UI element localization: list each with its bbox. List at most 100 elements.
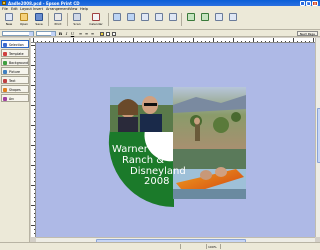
open-button[interactable]: Open [17, 12, 31, 27]
ruler-tick [181, 40, 182, 42]
calendar-button[interactable]: Calendar [86, 12, 106, 27]
ruler-tick [217, 40, 218, 42]
ruler-tick [33, 117, 35, 118]
line-style-icon[interactable] [112, 31, 116, 36]
line-color-icon[interactable] [106, 31, 110, 36]
ruler-tick [49, 40, 50, 42]
underline-button[interactable]: U [70, 31, 75, 36]
ruler-tick [33, 149, 35, 150]
ruler-tick [237, 40, 238, 42]
ruler-tick [249, 40, 250, 42]
scroll-thumb[interactable] [316, 108, 320, 163]
ruler-tick [33, 173, 35, 174]
ruler-tick [149, 40, 150, 42]
sidebar-item-text[interactable]: Text [1, 76, 29, 84]
print-button[interactable]: Print [51, 12, 65, 27]
group-icon [215, 13, 223, 21]
ruler-tick [33, 233, 35, 234]
ruler-tick [33, 69, 35, 70]
menu-view[interactable]: View [69, 7, 77, 11]
sidebar-item-shapes[interactable]: Shapes [1, 85, 29, 93]
photo-couple[interactable] [110, 87, 175, 132]
ruler-tick [33, 61, 35, 62]
arrow-icon [3, 42, 7, 47]
align-right-button[interactable]: ≡ [90, 31, 95, 36]
undo-button[interactable] [110, 12, 124, 27]
sidebar-item-label: Arc [9, 97, 15, 101]
sidebar-item-arc[interactable]: Arc [1, 94, 29, 102]
ruler-tick [31, 145, 35, 146]
ruler-tick [33, 197, 35, 198]
status-divider [206, 244, 207, 249]
scan-button[interactable]: Scan [70, 12, 84, 27]
ruler-tick [205, 40, 206, 42]
floppy-icon [35, 13, 43, 21]
scan-label: Scan [73, 22, 81, 26]
sidebar-item-label: Picture [9, 70, 20, 74]
calendar-label: Calendar [89, 22, 103, 26]
bold-button[interactable]: B [58, 31, 63, 36]
copy-button[interactable] [152, 12, 166, 27]
ruler-tick [41, 40, 42, 42]
ruler-tick [293, 38, 294, 42]
ruler-tick [33, 229, 35, 230]
align-button[interactable] [226, 12, 240, 27]
align-left-button[interactable]: ≡ [78, 31, 83, 36]
next-page-button[interactable]: Next Page [296, 31, 318, 36]
sidebar-item-background[interactable]: Background [1, 58, 29, 66]
design-text-line-4[interactable]: 2008 [144, 176, 169, 187]
ruler-tick [61, 40, 62, 42]
vertical-scrollbar[interactable] [315, 38, 320, 237]
fill-color-icon[interactable] [100, 31, 104, 36]
ruler-tick [33, 169, 35, 170]
menu-help[interactable]: Help [80, 7, 88, 11]
paste-button[interactable] [166, 12, 180, 27]
align-center-button[interactable]: ≡ [84, 31, 89, 36]
design-canvas[interactable]: Warner Ranch & Disneyland 2008 [36, 43, 315, 237]
menu-layout[interactable]: Layout [20, 7, 32, 11]
photo-desert[interactable] [173, 87, 246, 149]
ruler-tick [273, 38, 274, 42]
save-button[interactable]: Save [32, 12, 46, 27]
background-icon [3, 60, 7, 65]
italic-button[interactable]: I [64, 31, 69, 36]
ruler-tick [129, 40, 130, 42]
redo-button[interactable] [124, 12, 138, 27]
printer-icon [54, 13, 62, 21]
menu-arrangement[interactable]: Arrangement [46, 7, 69, 11]
ruler-tick [97, 40, 98, 42]
ruler-tick [305, 40, 306, 42]
new-button[interactable]: New [2, 12, 16, 27]
cut-button[interactable] [138, 12, 152, 27]
toolbar-separator [181, 13, 182, 26]
font-select[interactable] [2, 31, 34, 36]
ruler-tick [153, 38, 154, 42]
menu-file[interactable]: File [2, 7, 8, 11]
paste-icon [169, 13, 177, 21]
sidebar-item-picture[interactable]: Picture [1, 67, 29, 75]
design-text-line-1[interactable]: Warner [112, 144, 149, 155]
ruler-tick [185, 40, 186, 42]
minimize-button[interactable]: _ [300, 0, 305, 6]
ruler-tick [33, 181, 35, 182]
design-text-line-2[interactable]: Ranch & [122, 155, 164, 166]
cd-label-design[interactable]: Warner Ranch & Disneyland 2008 [36, 43, 315, 237]
menu-edit[interactable]: Edit [11, 7, 18, 11]
ruler-tick [89, 40, 90, 42]
ruler-tick [173, 38, 174, 42]
app-icon [2, 1, 6, 5]
bring-front-button[interactable] [184, 12, 198, 27]
maximize-button[interactable]: □ [306, 0, 311, 6]
send-back-button[interactable] [198, 12, 212, 27]
folder-icon [20, 13, 28, 21]
ruler-tick [233, 38, 234, 42]
ruler-tick [45, 40, 46, 42]
group-button[interactable] [212, 12, 226, 27]
sidebar-item-template[interactable]: Template [1, 49, 29, 57]
close-button[interactable]: × [312, 0, 318, 6]
scissors-icon [141, 13, 149, 21]
undo-icon [113, 13, 121, 21]
sidebar-item-selection[interactable]: Selection [1, 40, 29, 48]
menu-insert[interactable]: Insert [33, 7, 43, 11]
font-size-select[interactable] [36, 31, 56, 36]
